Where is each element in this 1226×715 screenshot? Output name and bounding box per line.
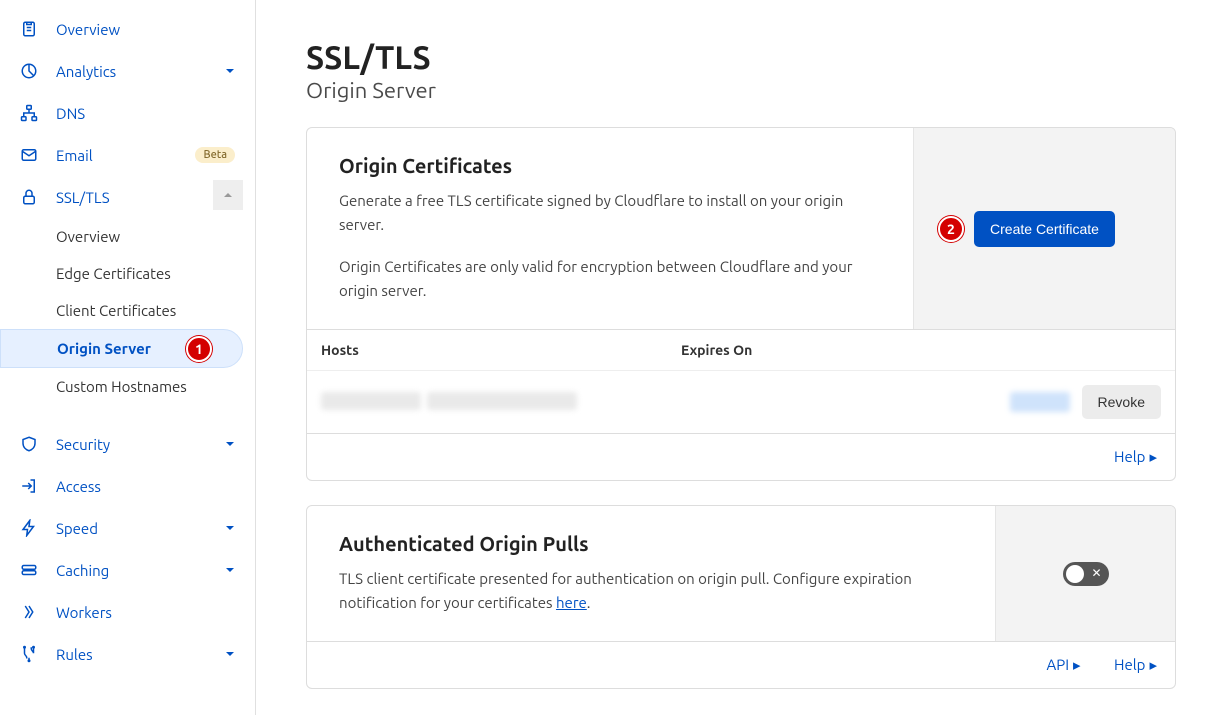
toggle-off-icon: ✕: [1091, 566, 1101, 582]
sidebar-item-label: Speed: [56, 520, 225, 537]
sidebar-item-email[interactable]: Email Beta: [0, 134, 255, 176]
mail-icon: [20, 146, 38, 164]
chevron-right-icon: ▸: [1149, 656, 1157, 674]
sidebar-item-access[interactable]: Access: [0, 465, 255, 507]
card-description: Generate a free TLS certificate signed b…: [339, 189, 881, 303]
cert-download-link[interactable]: [1010, 392, 1070, 412]
sidebar-item-label: Caching: [56, 562, 225, 579]
card-title: Authenticated Origin Pulls: [339, 532, 963, 555]
main-content: SSL/TLS Origin Server Origin Certificate…: [256, 0, 1226, 715]
sidebar-item-label: SSL/TLS: [56, 189, 235, 206]
cert-hosts-value: [321, 392, 681, 413]
clipboard-icon: [20, 20, 38, 38]
shield-icon: [20, 435, 38, 453]
sidebar: Overview Analytics DNS Email Beta SSL/TL…: [0, 0, 256, 715]
card-footer: API▸ Help▸: [307, 641, 1175, 688]
sidebar-sub-label: Overview: [56, 228, 120, 245]
column-expires: Expires On: [681, 342, 881, 358]
sidebar-item-label: Overview: [56, 21, 235, 38]
sidebar-sub-edge-certificates[interactable]: Edge Certificates: [0, 255, 243, 292]
here-link[interactable]: here: [556, 594, 587, 611]
sidebar-item-ssl[interactable]: SSL/TLS: [0, 176, 255, 218]
chevron-right-icon: ▸: [1073, 656, 1081, 674]
card-toggle-panel: ✕: [995, 506, 1175, 641]
help-link[interactable]: Help▸: [1114, 656, 1157, 673]
workers-icon: [20, 603, 38, 621]
page-title: SSL/TLS: [306, 40, 1176, 76]
api-link[interactable]: API▸: [1046, 656, 1080, 673]
pie-chart-icon: [20, 62, 38, 80]
sidebar-item-dns[interactable]: DNS: [0, 92, 255, 134]
callout-badge-2: 2: [938, 216, 964, 242]
revoke-button[interactable]: Revoke: [1082, 385, 1161, 419]
sidebar-sub-custom-hostnames[interactable]: Custom Hostnames: [0, 368, 243, 405]
card-footer: Help▸: [307, 433, 1175, 480]
drive-icon: [20, 561, 38, 579]
create-certificate-button[interactable]: Create Certificate: [974, 211, 1115, 247]
sidebar-item-rules[interactable]: Rules: [0, 633, 255, 675]
help-link[interactable]: Help▸: [1114, 448, 1157, 465]
toggle-knob: [1066, 565, 1084, 583]
sidebar-item-label: Analytics: [56, 63, 225, 80]
sidebar-item-security[interactable]: Security: [0, 423, 255, 465]
sidebar-item-label: DNS: [56, 105, 235, 122]
auth-origin-pulls-card: Authenticated Origin Pulls TLS client ce…: [306, 505, 1176, 689]
certificate-row: Revoke: [307, 370, 1175, 433]
beta-badge: Beta: [195, 147, 235, 163]
login-icon: [20, 477, 38, 495]
sidebar-item-label: Access: [56, 478, 235, 495]
sidebar-item-workers[interactable]: Workers: [0, 591, 255, 633]
card-description: TLS client certificate presented for aut…: [339, 567, 963, 615]
chevron-down-icon: [225, 649, 235, 659]
network-icon: [20, 104, 38, 122]
sidebar-sub-label: Client Certificates: [56, 302, 176, 319]
chevron-down-icon: [225, 565, 235, 575]
sidebar-sub-label: Edge Certificates: [56, 265, 171, 282]
column-hosts: Hosts: [321, 342, 681, 358]
rules-icon: [20, 645, 38, 663]
sidebar-sub-origin-server[interactable]: Origin Server 1: [0, 329, 243, 368]
chevron-down-icon: [225, 523, 235, 533]
sidebar-item-overview[interactable]: Overview: [0, 8, 255, 50]
sidebar-item-analytics[interactable]: Analytics: [0, 50, 255, 92]
sidebar-item-label: Rules: [56, 646, 225, 663]
sidebar-item-caching[interactable]: Caching: [0, 549, 255, 591]
chevron-down-icon: [225, 66, 235, 76]
page-subtitle: Origin Server: [306, 78, 1176, 103]
sidebar-sub-client-certificates[interactable]: Client Certificates: [0, 292, 243, 329]
origin-certificates-card: Origin Certificates Generate a free TLS …: [306, 127, 1176, 481]
collapse-button[interactable]: [213, 180, 243, 210]
sidebar-item-label: Email: [56, 147, 187, 164]
lock-icon: [20, 188, 38, 206]
sidebar-item-label: Security: [56, 436, 225, 453]
chevron-right-icon: ▸: [1149, 448, 1157, 466]
sidebar-sub-label: Custom Hostnames: [56, 378, 187, 395]
auth-pulls-toggle[interactable]: ✕: [1063, 562, 1109, 586]
sidebar-item-label: Workers: [56, 604, 235, 621]
card-action-panel: 2 Create Certificate: [913, 128, 1175, 329]
chevron-down-icon: [225, 439, 235, 449]
sidebar-sub-overview[interactable]: Overview: [0, 218, 243, 255]
callout-badge-1: 1: [186, 336, 212, 362]
bolt-icon: [20, 519, 38, 537]
certificate-table-header: Hosts Expires On: [307, 329, 1175, 370]
sidebar-item-speed[interactable]: Speed: [0, 507, 255, 549]
sidebar-sub-label: Origin Server: [57, 340, 151, 357]
card-title: Origin Certificates: [339, 154, 881, 177]
